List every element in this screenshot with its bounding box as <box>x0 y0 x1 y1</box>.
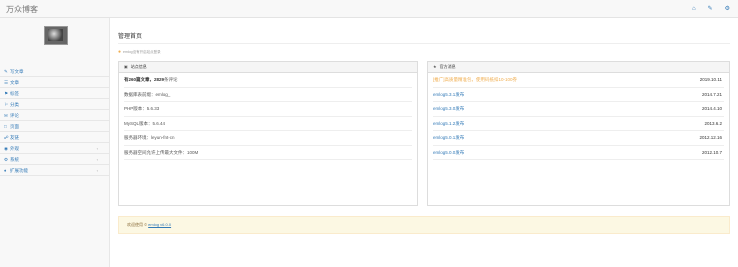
sidebar-item-write[interactable]: ✎ 写文章 <box>0 66 110 77</box>
site-info-panel: ▣ 站点信息 有260篇文章，2829条评论 数据库表前缀：emlog_ PHP… <box>118 61 418 206</box>
notice-text: ● emlog没有开启站点登录 <box>118 49 161 55</box>
sidebar-item-articles[interactable]: ☰ 文章 <box>0 77 110 88</box>
page-title: 管理首页 <box>118 34 143 40</box>
sidebar-item-extensions[interactable]: ♦ 扩展功能 ‹ <box>0 165 110 176</box>
chevron-left-icon: ‹ <box>96 157 98 162</box>
panel-header: ▣ 站点信息 <box>119 62 417 73</box>
version-link[interactable]: emlog v6.0.0 <box>148 222 171 227</box>
sidebar-item-label: 分类 <box>10 101 19 107</box>
stat-row: 服务器环境：leyun-fnt-cn <box>124 131 412 146</box>
sidebar-item-appearance[interactable]: ◉ 外观 ‹ <box>0 143 110 154</box>
news-date: 2019.10.11 <box>699 77 722 82</box>
sidebar-item-label: 标签 <box>10 90 19 96</box>
sidebar-item-system[interactable]: ⚙ 系统 ‹ <box>0 154 110 165</box>
sidebar-item-comments[interactable]: ✉ 评论 <box>0 110 110 121</box>
sidebar-item-links[interactable]: ☍ 友链 <box>0 132 110 143</box>
news-row: emlog5.3.0发布 2014.4.10 <box>433 102 724 117</box>
title-divider <box>118 43 730 44</box>
avatar[interactable] <box>44 26 68 45</box>
news-date: 2013.6.2 <box>704 120 722 126</box>
official-news-panel: ★ 官方消息 [推广]高质量精准包，使用码抵扣10-100券 2019.10.11… <box>427 61 730 206</box>
news-date: 2014.4.10 <box>701 106 722 111</box>
footer-prefix: 欢迎使用 © <box>127 222 149 227</box>
lightbulb-icon: ● <box>118 49 122 55</box>
news-link[interactable]: emlog5.3.1发布 <box>433 92 464 97</box>
sidebar-item-label: 扩展功能 <box>10 167 28 173</box>
news-row: [推广]高质量精准包，使用码抵扣10-100券 2019.10.11 <box>433 73 724 88</box>
sidebar-item-tags[interactable]: ⚑ 标签 <box>0 88 110 99</box>
panel-title: 官方消息 <box>439 64 456 69</box>
sidebar-item-label: 评论 <box>10 112 19 118</box>
sidebar-item-label: 系统 <box>10 156 19 162</box>
main-content: 管理首页 ● emlog没有开启站点登录 ▣ 站点信息 有260篇文章，2829… <box>110 18 738 267</box>
news-link[interactable]: emlog5.1.2发布 <box>433 121 464 126</box>
news-link[interactable]: [推广]高质量精准包，使用码抵扣10-100券 <box>433 77 517 82</box>
sidebar: ✎ 写文章 ☰ 文章 ⚑ 标签 ⚐ 分类 ✉ 评论 □ 页面 ☍ 友链 ◉ 外观 ‹ ⚙ 系统 ‹ ♦… <box>0 18 110 267</box>
brand-title[interactable]: 万众博客 <box>6 4 38 15</box>
news-date: 2012.10.7 <box>701 149 722 155</box>
monitor-icon: ▣ <box>124 64 128 69</box>
sidebar-nav: ✎ 写文章 ☰ 文章 ⚑ 标签 ⚐ 分类 ✉ 评论 □ 页面 ☍ 友链 ◉ 外观 ‹ ⚙ 系统 ‹ ♦… <box>0 66 110 176</box>
top-icon-group: ⌂ ✎ ⚙ <box>692 5 730 13</box>
stat-row: MySQL版本：5.6.44 <box>124 117 412 131</box>
article-count: 260 <box>128 77 137 82</box>
sidebar-item-categories[interactable]: ⚐ 分类 <box>0 99 110 110</box>
news-row: emlog5.3.1发布 2014.7.21 <box>433 88 724 102</box>
chevron-left-icon: ‹ <box>96 146 98 151</box>
comment-count: 2829 <box>154 77 165 82</box>
home-icon[interactable]: ⌂ <box>692 5 696 13</box>
notice-label: emlog没有开启站点登录 <box>123 49 161 54</box>
news-date: 2012.12.16 <box>699 135 722 140</box>
sidebar-item-label: 写文章 <box>10 68 24 74</box>
sidebar-item-pages[interactable]: □ 页面 <box>0 121 110 132</box>
panel-title: 站点信息 <box>130 64 147 69</box>
sidebar-item-label: 文章 <box>10 79 19 85</box>
sidebar-item-label: 外观 <box>10 145 19 151</box>
news-date: 2014.7.21 <box>701 91 722 97</box>
stat-row: 数据库表前缀：emlog_ <box>124 88 412 102</box>
star-icon: ★ <box>433 64 437 69</box>
news-row: emlog5.0.1发布 2012.12.16 <box>433 131 724 146</box>
edit-icon[interactable]: ✎ <box>708 5 713 13</box>
top-navbar: 万众博客 ⌂ ✎ ⚙ <box>0 0 738 18</box>
stat-row-counts: 有260篇文章，2829条评论 <box>124 73 412 88</box>
stat-row: PHP版本：5.6.33 <box>124 102 412 117</box>
news-link[interactable]: emlog5.3.0发布 <box>433 106 464 111</box>
chevron-left-icon: ‹ <box>96 168 98 173</box>
sidebar-item-label: 友链 <box>10 134 19 140</box>
stat-row: 服务器空间允许上传最大文件：100M <box>124 146 412 160</box>
news-row: emlog5.1.2发布 2013.6.2 <box>433 117 724 131</box>
news-link[interactable]: emlog5.0.1发布 <box>433 135 464 140</box>
settings-icon[interactable]: ⚙ <box>725 5 730 13</box>
panel-header: ★ 官方消息 <box>428 62 729 73</box>
sidebar-item-label: 页面 <box>10 123 19 129</box>
welcome-alert: 欢迎使用 © emlog v6.0.0 <box>118 216 730 234</box>
count-suffix: 条评论 <box>164 77 178 82</box>
count-mid: 篇文章， <box>136 77 155 82</box>
news-row: emlog5.0.0发布 2012.10.7 <box>433 146 724 160</box>
news-link[interactable]: emlog5.0.0发布 <box>433 150 464 155</box>
